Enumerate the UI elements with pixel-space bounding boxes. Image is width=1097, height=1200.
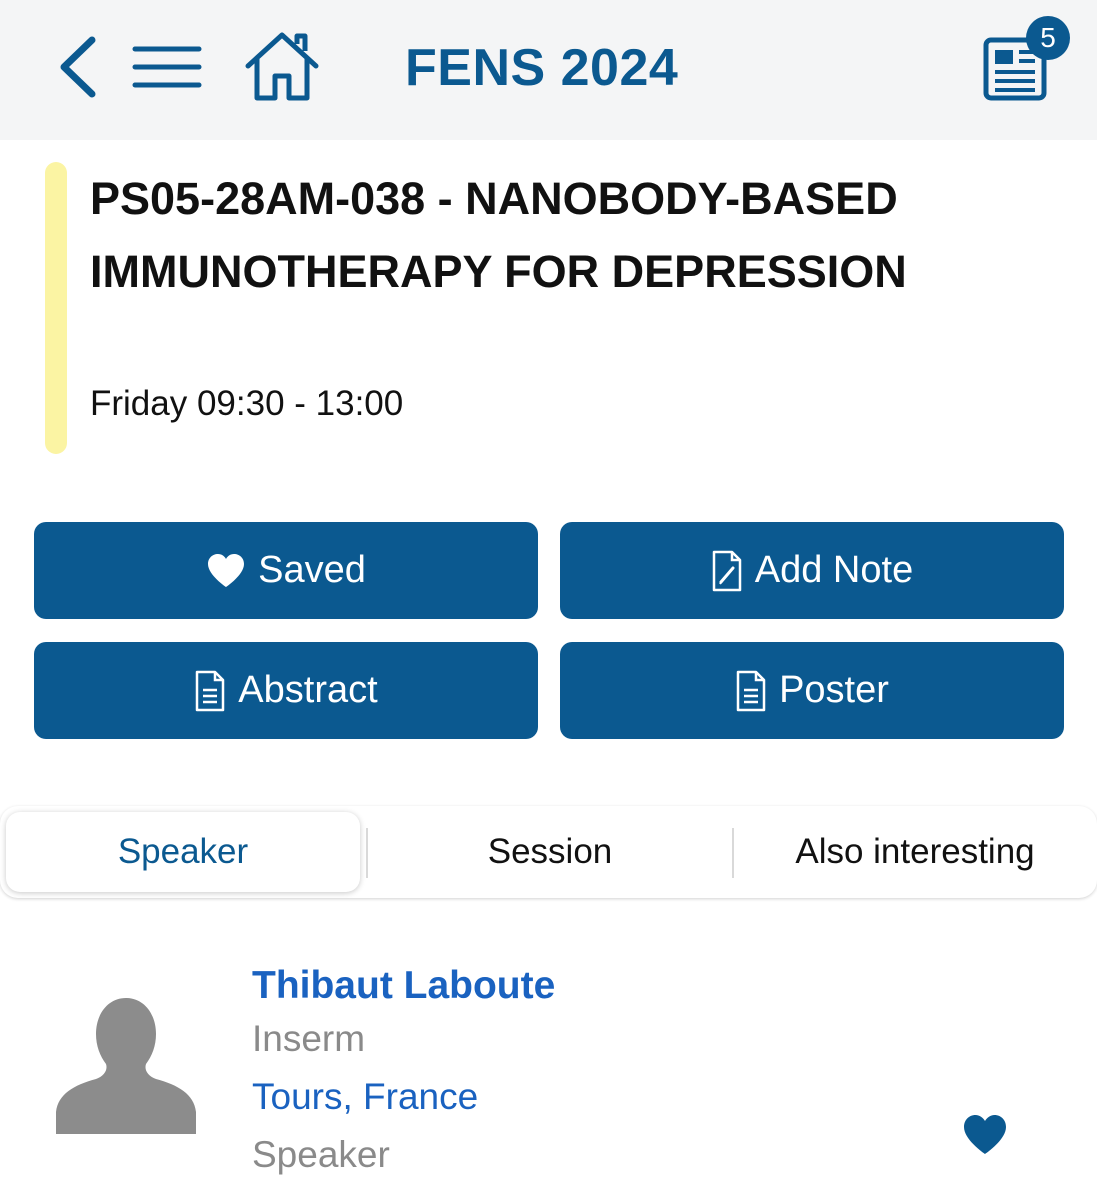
- poster-label: Poster: [779, 669, 889, 711]
- avatar-placeholder-icon: [56, 998, 196, 1134]
- edit-note-icon: [712, 550, 742, 591]
- notification-badge: 5: [1026, 16, 1070, 60]
- back-icon[interactable]: [56, 36, 100, 98]
- top-navigation-bar: FENS 2024 5: [0, 0, 1097, 140]
- heart-icon: [208, 553, 245, 587]
- favorite-heart-icon[interactable]: [962, 1114, 1008, 1156]
- abstract-button[interactable]: Abstract: [34, 642, 538, 739]
- add-note-label: Add Note: [754, 549, 914, 591]
- tab-session[interactable]: Session: [368, 806, 732, 898]
- add-note-button[interactable]: Add Note: [560, 522, 1064, 619]
- poster-button[interactable]: Poster: [560, 642, 1064, 739]
- saved-button[interactable]: Saved: [34, 522, 538, 619]
- home-icon[interactable]: [244, 30, 320, 102]
- speaker-location: Tours, France: [252, 1076, 479, 1117]
- document-icon: [196, 670, 225, 711]
- speaker-name[interactable]: Thibaut Laboute: [252, 964, 555, 1008]
- segmented-tabs: Speaker Session Also interesting: [0, 806, 1097, 898]
- speaker-organization: Inserm: [252, 1018, 366, 1059]
- event-title: PS05-28AM-038 - NANOBODY-BASED IMMUNOTHE…: [90, 173, 907, 297]
- document-icon: [736, 670, 766, 711]
- tab-speaker[interactable]: Speaker: [6, 812, 360, 892]
- saved-label: Saved: [258, 549, 366, 591]
- event-accent-bar: [45, 162, 67, 454]
- app-title: FENS 2024: [405, 39, 679, 97]
- tab-also-interesting[interactable]: Also interesting: [734, 806, 1096, 898]
- menu-icon[interactable]: [132, 44, 202, 90]
- abstract-label: Abstract: [238, 669, 378, 711]
- event-time: Friday 09:30 - 13:00: [90, 384, 404, 423]
- speaker-role: Speaker: [252, 1134, 390, 1175]
